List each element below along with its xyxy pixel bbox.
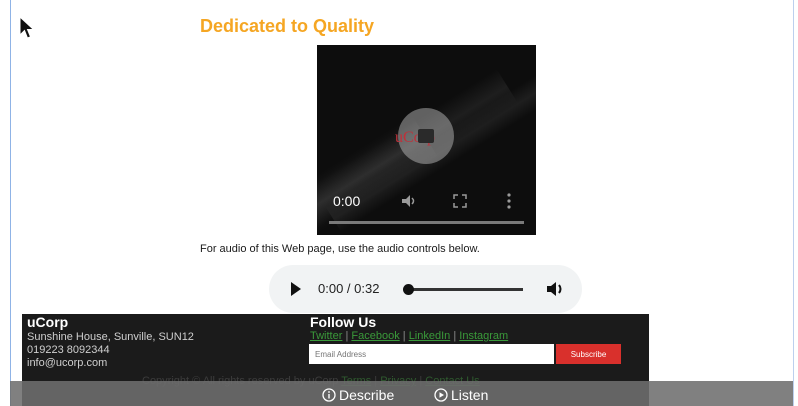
- play-icon: [418, 129, 434, 143]
- listen-label: Listen: [451, 387, 489, 403]
- accessibility-toolbar: Describe Listen: [10, 381, 793, 406]
- instagram-link[interactable]: Instagram: [459, 330, 508, 342]
- cursor-icon: [19, 16, 35, 39]
- listen-button[interactable]: Listen: [434, 387, 488, 403]
- link-separator: |: [402, 330, 406, 342]
- left-border: [10, 0, 11, 406]
- social-links: Twitter | Facebook | LinkedIn | Instagra…: [310, 330, 508, 342]
- linkedin-link[interactable]: LinkedIn: [409, 330, 451, 342]
- fullscreen-icon[interactable]: [453, 194, 467, 208]
- page-heading: Dedicated to Quality: [200, 16, 375, 36]
- link-separator: |: [345, 330, 349, 342]
- facebook-link[interactable]: Facebook: [351, 330, 399, 342]
- play-icon[interactable]: [291, 282, 301, 296]
- footer-address: Sunshine House, Sunville, SUN12: [27, 331, 194, 343]
- email-input[interactable]: [309, 344, 554, 364]
- twitter-link[interactable]: Twitter: [310, 330, 342, 342]
- footer-email: info@ucorp.com: [27, 357, 108, 369]
- video-progress-bar[interactable]: [329, 221, 524, 224]
- subscribe-button[interactable]: Subscribe: [556, 344, 621, 364]
- describe-label: Describe: [339, 387, 395, 403]
- right-border: [793, 0, 794, 406]
- speaker-icon[interactable]: [545, 279, 567, 299]
- audio-instructions: For audio of this Web page, use the audi…: [200, 243, 480, 255]
- video-player[interactable]: uCorp 0:00: [317, 45, 536, 235]
- audio-player[interactable]: 0:00 / 0:32: [269, 265, 582, 313]
- footer-company-name: uCorp: [27, 314, 69, 330]
- play-circle-icon: [434, 388, 448, 402]
- volume-icon[interactable]: [399, 191, 419, 211]
- link-separator: |: [453, 330, 457, 342]
- follow-us-title: Follow Us: [310, 314, 377, 330]
- describe-button[interactable]: Describe: [322, 387, 394, 403]
- more-icon[interactable]: [506, 192, 512, 210]
- audio-seek-bar[interactable]: [405, 288, 523, 291]
- audio-time: 0:00 / 0:32: [318, 281, 380, 296]
- audio-seek-handle[interactable]: [403, 284, 414, 295]
- info-icon: [322, 388, 336, 402]
- footer-phone: 019223 8092344: [27, 344, 110, 356]
- video-time: 0:00: [333, 193, 361, 209]
